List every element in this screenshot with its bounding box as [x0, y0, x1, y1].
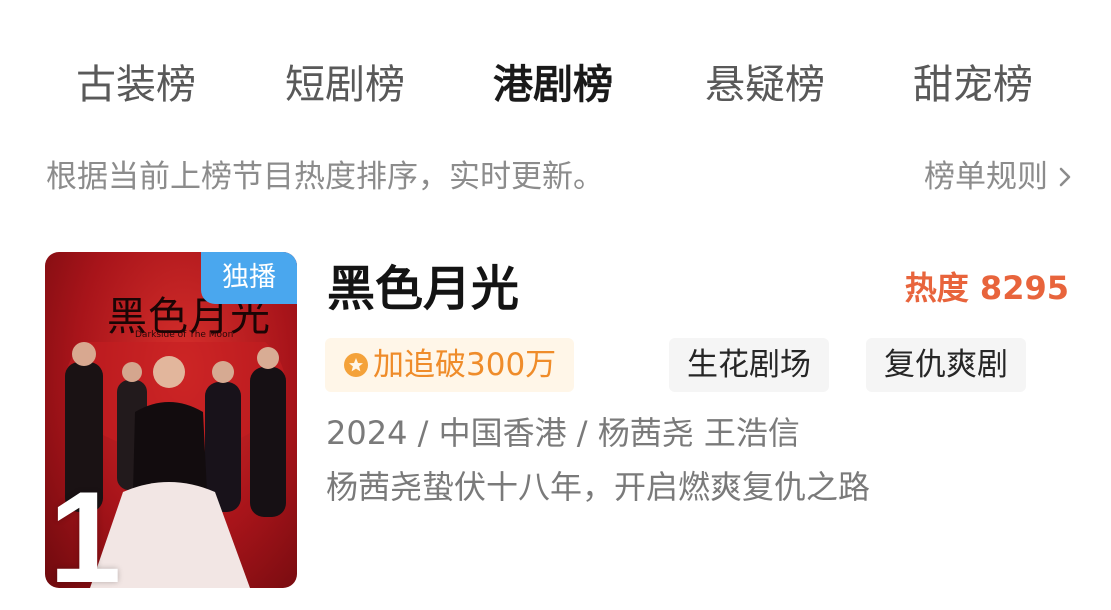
- tab-romance[interactable]: 甜宠榜: [913, 55, 1033, 115]
- heat-score: 热度 8295: [904, 269, 1069, 307]
- chevron-right-icon: [1059, 167, 1071, 187]
- tag-follow-milestone-label: 加追破300万: [373, 347, 557, 383]
- poster-subtitle: Darkside of The Moon: [135, 330, 234, 340]
- show-meta: 2024 / 中国香港 / 杨茜尧 王浩信: [326, 414, 800, 452]
- rank-number: 1: [49, 464, 122, 588]
- ranking-description: 根据当前上榜节目热度排序，实时更新。: [46, 159, 604, 195]
- tab-suspense[interactable]: 悬疑榜: [705, 55, 825, 115]
- ranking-rules-label: 榜单规则: [924, 159, 1048, 195]
- show-title[interactable]: 黑色月光: [327, 254, 519, 324]
- ranking-subheader: 根据当前上榜节目热度排序，实时更新。 榜单规则: [46, 152, 1076, 202]
- ranking-rules-link[interactable]: 榜单规则: [924, 152, 1076, 202]
- tag-follow-milestone: 加追破300万: [325, 338, 575, 392]
- tab-hk-drama[interactable]: 港剧榜: [493, 55, 613, 115]
- exclusive-badge: 独播: [201, 252, 297, 304]
- tag-theater: 生花剧场: [669, 338, 829, 392]
- ranking-list-item[interactable]: 黑色月光 Darkside of The Moon 独播 1 黑色月光 热度 8…: [45, 252, 1075, 592]
- tab-costume[interactable]: 古装榜: [76, 55, 196, 115]
- ranking-tabs: 古装榜 短剧榜 港剧榜 悬疑榜 甜宠榜: [0, 55, 1111, 125]
- poster-thumbnail[interactable]: 黑色月光 Darkside of The Moon 独播 1: [45, 252, 297, 588]
- tag-genre: 复仇爽剧: [866, 338, 1026, 392]
- star-badge-icon: [344, 353, 368, 377]
- tab-short-drama[interactable]: 短剧榜: [285, 55, 405, 115]
- show-synopsis: 杨茜尧蛰伏十八年，开启燃爽复仇之路: [326, 468, 871, 506]
